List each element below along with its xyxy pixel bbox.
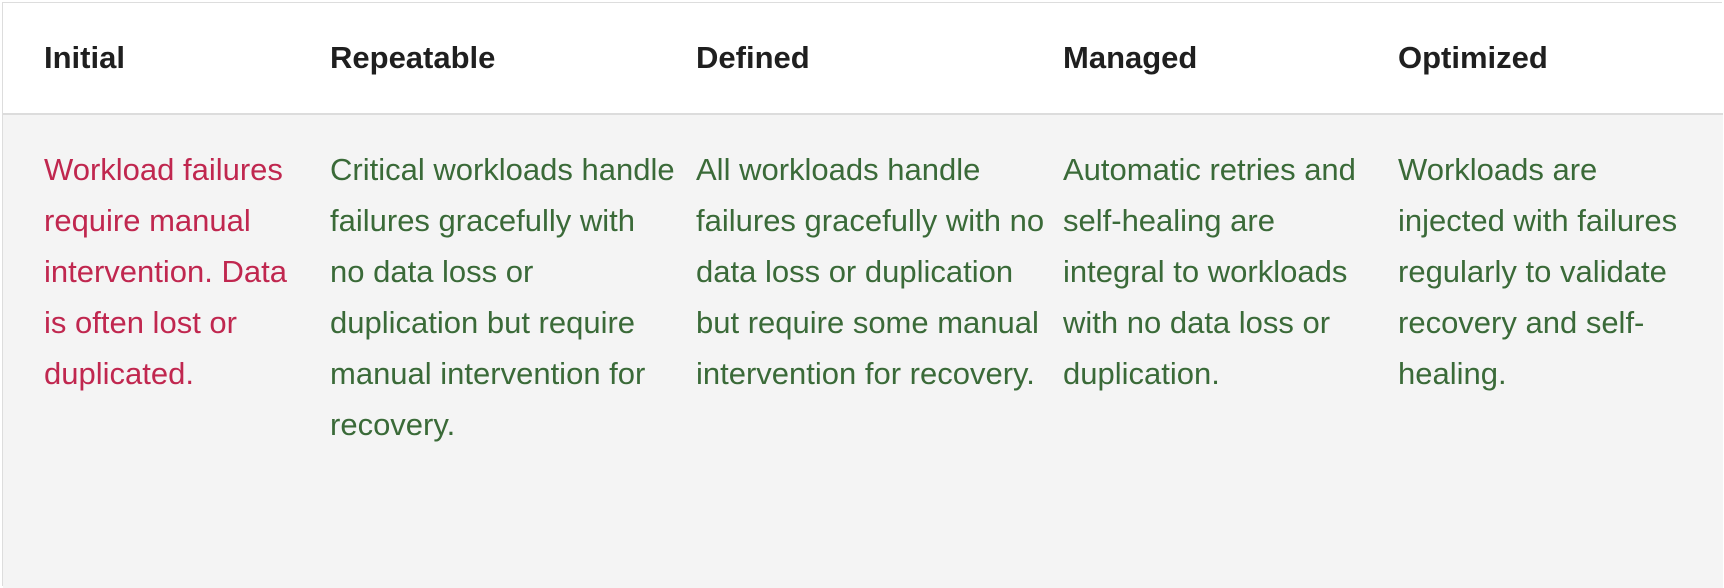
cell-managed: Automatic retries and self-healing are i…: [1063, 114, 1398, 588]
maturity-table: Initial Repeatable Defined Managed Optim…: [2, 2, 1723, 588]
cell-optimized: Workloads are injected with failures reg…: [1398, 114, 1723, 588]
cell-repeatable: Critical workloads handle failures grace…: [330, 114, 696, 588]
table-row: Workload failures require manual interve…: [3, 114, 1723, 588]
header-repeatable: Repeatable: [330, 3, 696, 115]
header-defined: Defined: [696, 3, 1063, 115]
header-managed: Managed: [1063, 3, 1398, 115]
cell-initial: Workload failures require manual interve…: [3, 114, 330, 588]
maturity-levels-table: Initial Repeatable Defined Managed Optim…: [3, 3, 1723, 588]
table-header: Initial Repeatable Defined Managed Optim…: [3, 3, 1723, 115]
table-body: Workload failures require manual interve…: [3, 114, 1723, 588]
header-optimized: Optimized: [1398, 3, 1723, 115]
cell-defined: All workloads handle failures gracefully…: [696, 114, 1063, 588]
header-initial: Initial: [3, 3, 330, 115]
header-row: Initial Repeatable Defined Managed Optim…: [3, 3, 1723, 115]
